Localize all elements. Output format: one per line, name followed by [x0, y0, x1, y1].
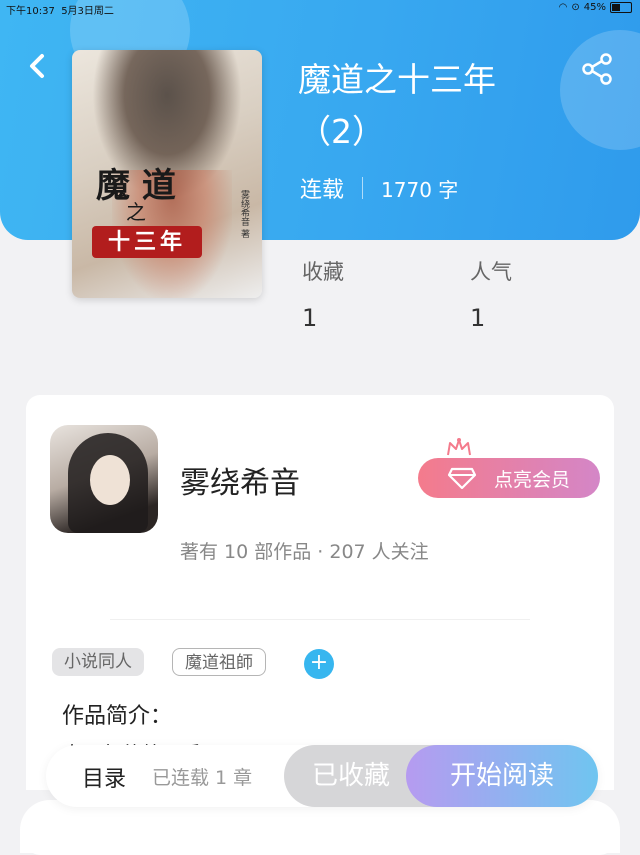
popularity-label: 人气 [470, 260, 512, 284]
cover-author: 雾绕希音 著 [239, 190, 249, 238]
tag-category[interactable]: 小说同人 [52, 648, 144, 676]
share-icon[interactable] [580, 52, 614, 86]
bottom-action-bar: 目录 已连载 1 章 已收藏 开始阅读 [46, 745, 598, 807]
back-icon[interactable] [22, 50, 54, 82]
status-date: 5月3日周二 [61, 6, 114, 17]
battery-icon [610, 2, 632, 13]
cover-title-mid: 之 [126, 200, 146, 224]
chapter-count[interactable]: 已连载 1 章 [152, 763, 252, 790]
popularity-value: 1 [470, 304, 486, 332]
serial-status: 连载 [300, 178, 345, 203]
favorites-value: 1 [302, 304, 318, 332]
lock-icon: ⊙ [571, 2, 580, 13]
battery-percent: 45% [583, 2, 606, 13]
word-count: 1770 字 [381, 177, 459, 202]
crown-icon [447, 438, 471, 456]
add-tag-button[interactable]: + [304, 649, 334, 679]
favorites-label: 收藏 [302, 260, 344, 284]
avatar-art [90, 455, 130, 505]
toc-button[interactable]: 目录 [82, 761, 126, 793]
vip-label: 点亮会员 [493, 468, 570, 491]
bottom-background [20, 800, 620, 853]
intro-label: 作品简介： [62, 704, 173, 729]
tag-fandom[interactable]: 魔道祖師 [172, 648, 266, 676]
author-works-info: 著有 10 部作品 · 207 人关注 [180, 541, 429, 563]
book-title: 魔道之十三年（2） [298, 60, 496, 151]
status-time: 下午10:37 [6, 6, 55, 17]
book-cover[interactable]: 魔 道 之 十三年 雾绕希音 著 [72, 50, 262, 298]
author-name[interactable]: 雾绕希音 [180, 458, 300, 502]
book-meta: 连载 1770 字 [300, 172, 458, 204]
wifi-icon: ◠ [558, 2, 568, 13]
decor-bubble [560, 30, 640, 150]
start-reading-button[interactable]: 开始阅读 [406, 745, 598, 807]
divider [362, 177, 364, 199]
popularity-stat: 人气 1 [470, 256, 512, 332]
diamond-icon [447, 467, 476, 489]
vip-button[interactable]: 点亮会员 [418, 458, 600, 498]
cover-banner: 十三年 [92, 226, 202, 258]
favorites-stat: 收藏 1 [302, 256, 344, 332]
avatar[interactable] [50, 425, 158, 533]
status-bar: 下午10:37 5月3日周二 ◠ ⊙ 45% [0, 0, 640, 18]
plus-icon: + [309, 650, 329, 675]
divider [110, 619, 530, 620]
